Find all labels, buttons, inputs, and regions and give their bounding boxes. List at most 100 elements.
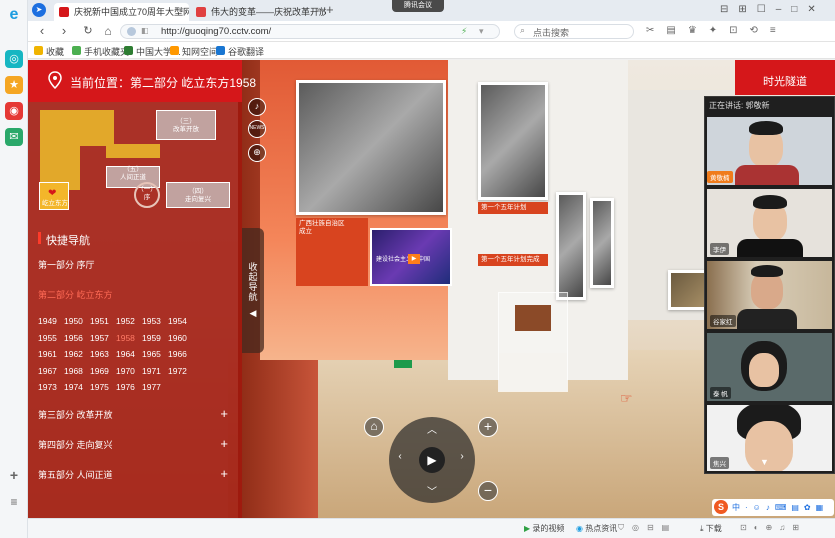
map-zone-east-2[interactable] xyxy=(80,110,114,146)
share-button[interactable]: ⊕ xyxy=(248,144,266,162)
year-link-1977[interactable]: 1977 xyxy=(142,382,161,392)
sogou-ime-icon[interactable]: S xyxy=(714,500,728,514)
close-tab-icon[interactable]: × xyxy=(316,5,321,15)
search-field[interactable]: 点击搜索 xyxy=(514,24,634,39)
year-link-1959[interactable]: 1959 xyxy=(142,333,161,343)
more-participants-icon[interactable]: ▼ xyxy=(760,457,769,467)
participant-tile[interactable]: 谷家红 xyxy=(707,261,832,329)
ime-toolbar[interactable]: S 中·☺♪⌨▤✿▦ xyxy=(712,499,834,516)
year-link-1954[interactable]: 1954 xyxy=(168,316,187,326)
menu-icon[interactable]: ≡ xyxy=(5,493,23,511)
add-icon[interactable]: + xyxy=(5,466,23,484)
toolbar-extensions[interactable]: ✂▤♛✦⊡⟲≡ xyxy=(646,25,788,36)
weibo-icon[interactable]: ◉ xyxy=(5,102,23,120)
expand-part-3-button[interactable]: + xyxy=(220,406,228,421)
status-tools[interactable]: ⛉◎⊟▤ xyxy=(618,523,677,533)
participant-tile[interactable]: 李伊 xyxy=(707,189,832,257)
close-tab-icon[interactable]: × xyxy=(179,5,184,15)
move-up-icon[interactable]: ︿ xyxy=(425,421,439,436)
year-link-1956[interactable]: 1956 xyxy=(64,333,83,343)
year-link-1971[interactable]: 1971 xyxy=(142,366,161,376)
exhibit-video[interactable]: 建设社会主义新中国 ▶ xyxy=(370,228,452,286)
back-button[interactable]: ‹ xyxy=(34,23,50,39)
exhibit-photo-factory-2[interactable] xyxy=(590,198,614,288)
part-4-link[interactable]: 第四部分 走向复兴 xyxy=(38,438,113,451)
collapse-nav-button[interactable]: 收 起 导 航 ◀ xyxy=(242,228,264,353)
year-link-1952[interactable]: 1952 xyxy=(116,316,135,326)
navigate-icon[interactable]: ➤ xyxy=(32,3,46,17)
movement-joystick[interactable]: ︿ ﹀ ‹ › ▶ xyxy=(389,417,475,503)
video-play-icon[interactable]: ▶ xyxy=(408,254,420,264)
year-link-1953[interactable]: 1953 xyxy=(142,316,161,326)
bookmark-favorites[interactable]: 收藏 xyxy=(34,45,64,58)
bookmark-mobile[interactable]: 手机收藏夹 xyxy=(72,45,129,58)
part-5-link[interactable]: 第五部分 人间正道 xyxy=(38,468,113,481)
year-link-1950[interactable]: 1950 xyxy=(64,316,83,326)
year-link-1975[interactable]: 1975 xyxy=(90,382,109,392)
year-link-1974[interactable]: 1974 xyxy=(64,382,83,392)
part-2-link[interactable]: 第二部分 屹立东方 xyxy=(38,288,113,301)
participant-tile[interactable]: 泰 帆 xyxy=(707,333,832,401)
meeting-pill[interactable]: 腾讯会议 xyxy=(392,0,444,12)
year-link-1967[interactable]: 1967 xyxy=(38,366,57,376)
bookmark-translate[interactable]: 谷歌翻译 xyxy=(216,45,264,58)
participant-tile[interactable]: 焦兴 xyxy=(707,405,832,471)
expand-part-5-button[interactable]: + xyxy=(220,466,228,481)
url-field[interactable]: ◧ http://guoqing70.cctv.com/ ⚡ ▾ xyxy=(120,24,500,39)
favorite-star-icon[interactable]: ★ xyxy=(5,76,23,94)
year-link-1972[interactable]: 1972 xyxy=(168,366,187,376)
mail-icon[interactable]: ✉ xyxy=(5,128,23,146)
home-button[interactable]: ⌂ xyxy=(100,23,116,39)
chat-icon[interactable]: ◎ xyxy=(5,50,23,68)
move-left-icon[interactable]: ‹ xyxy=(393,451,407,462)
exhibit-photo-crowd[interactable] xyxy=(296,80,446,215)
autoplay-button[interactable]: ▶ xyxy=(419,447,445,473)
pointer-hand-icon[interactable]: ☞ xyxy=(620,390,633,407)
sound-button[interactable]: ♪ xyxy=(248,98,266,116)
zoom-out-button[interactable]: − xyxy=(478,481,498,501)
year-link-1970[interactable]: 1970 xyxy=(116,366,135,376)
part-3-link[interactable]: 第三部分 改革开放 xyxy=(38,408,113,421)
map-zone-east[interactable] xyxy=(40,110,80,190)
expand-part-4-button[interactable]: + xyxy=(220,436,228,451)
year-link-1962[interactable]: 1962 xyxy=(64,349,83,359)
year-link-1966[interactable]: 1966 xyxy=(168,349,187,359)
move-right-icon[interactable]: › xyxy=(455,451,469,462)
year-link-1965[interactable]: 1965 xyxy=(142,349,161,359)
bookmark-cnki[interactable]: 知网空间 xyxy=(170,45,218,58)
year-link-1960[interactable]: 1960 xyxy=(168,333,187,343)
status-hot-news[interactable]: ◉ 热点资讯 xyxy=(576,523,617,534)
dropdown-icon[interactable]: ▾ xyxy=(479,26,484,37)
news-button[interactable]: NEWS xyxy=(248,120,266,138)
year-link-1955[interactable]: 1955 xyxy=(38,333,57,343)
exhibit-photo-building[interactable] xyxy=(478,82,548,200)
year-link-1964[interactable]: 1964 xyxy=(116,349,135,359)
year-link-1957[interactable]: 1957 xyxy=(90,333,109,343)
lightning-icon[interactable]: ⚡ xyxy=(461,26,467,37)
move-down-icon[interactable]: ﹀ xyxy=(425,483,439,498)
forward-button[interactable]: › xyxy=(56,23,72,39)
year-link-1973[interactable]: 1973 xyxy=(38,382,57,392)
exhibit-photo-factory[interactable] xyxy=(556,192,586,300)
status-settings[interactable]: ⊡◐⊕♫⊞ xyxy=(740,523,806,532)
year-link-1961[interactable]: 1961 xyxy=(38,349,57,359)
ime-options[interactable]: 中·☺♪⌨▤✿▦ xyxy=(732,502,828,513)
map-zone-people[interactable] xyxy=(106,144,160,158)
part-1-link[interactable]: 第一部分 序厅 xyxy=(38,258,95,271)
year-link-1963[interactable]: 1963 xyxy=(90,349,109,359)
time-tunnel-button[interactable]: 时光隧道 xyxy=(735,60,835,95)
year-link-1976[interactable]: 1976 xyxy=(116,382,135,392)
participant-tile[interactable]: 黄敬楠 xyxy=(707,117,832,185)
zoom-in-button[interactable]: + xyxy=(478,417,498,437)
year-link-1958[interactable]: 1958 xyxy=(116,333,135,343)
window-controls[interactable]: ⊟⊞☐–□✕ xyxy=(720,4,826,15)
year-link-1969[interactable]: 1969 xyxy=(90,366,109,376)
status-recorded-video[interactable]: ▶ 录的视频 xyxy=(524,523,564,534)
tab-guoqing[interactable]: 庆祝新中国成立70周年大型网… × xyxy=(54,3,189,21)
year-link-1968[interactable]: 1968 xyxy=(64,366,83,376)
new-tab-button[interactable]: + xyxy=(326,2,334,17)
year-link-1949[interactable]: 1949 xyxy=(38,316,57,326)
tab-reform[interactable]: 伟大的变革——庆祝改革开放4… × xyxy=(191,3,326,21)
home-view-button[interactable]: ⌂ xyxy=(364,417,384,437)
year-link-1951[interactable]: 1951 xyxy=(90,316,109,326)
